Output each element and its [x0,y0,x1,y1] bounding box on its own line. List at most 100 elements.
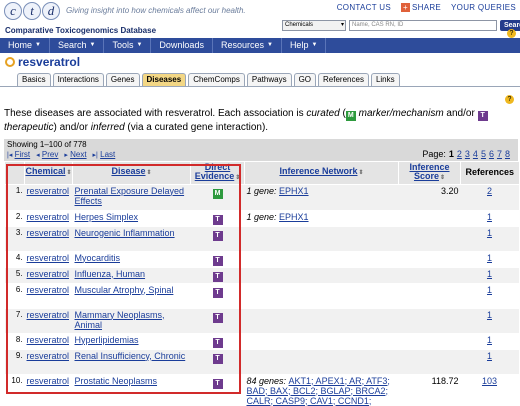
therapeutic-badge-icon: T [212,378,223,389]
nav-help[interactable]: Help ▼ [282,38,327,53]
table-cell: M [190,183,245,210]
table-cell [398,250,461,267]
tab-pathways[interactable]: Pathways [246,73,292,86]
nav-search[interactable]: Search ▼ [50,38,105,53]
references-link[interactable]: 2 [487,186,492,196]
chemical-link[interactable]: resveratrol [27,376,70,386]
chemical-link[interactable]: resveratrol [27,335,70,345]
references-link[interactable]: 1 [487,228,492,238]
page-number-link[interactable]: 7 [497,149,502,159]
last-page-link[interactable]: ▸| Last [93,150,116,159]
references-link[interactable]: 1 [487,269,492,279]
table-cell: Renal Insufficiency, Chronic [72,348,191,374]
disease-link[interactable]: Influenza, Human [75,269,146,279]
references-link[interactable]: 103 [482,376,497,386]
table-row: 1. resveratrol Prenatal Exposure Delayed E… [4,183,519,210]
page-number-link[interactable]: 8 [505,149,510,159]
contact-us-link[interactable]: CONTACT US [337,3,391,12]
table-cell: T [190,266,245,283]
chemical-link[interactable]: resveratrol [27,310,70,320]
col-disease-label: Disease [111,166,146,177]
help-icon[interactable]: ? [505,95,514,104]
disease-link[interactable]: Mammary Neoplasms, Animal [75,310,165,330]
chevron-down-icon: ▼ [35,42,41,48]
disease-link[interactable]: Neurogenic Inflammation [75,228,175,238]
chemical-link[interactable]: resveratrol [27,212,70,222]
tab-genes[interactable]: Genes [105,73,140,86]
nav-home[interactable]: Home ▼ [0,38,50,53]
your-queries-link[interactable]: YOUR QUERIES [451,3,516,12]
gene-links[interactable]: EPHX1 [279,212,309,222]
chemical-link[interactable]: resveratrol [27,351,70,361]
table-cell: 4. [4,250,25,267]
disease-link[interactable]: Myocarditis [75,253,121,263]
col-header-score[interactable]: Inference Score⇕ [398,162,461,184]
table-row: 10. resveratrol Prostatic Neoplasms T 84 gen… [4,373,519,406]
references-link[interactable]: 1 [487,335,492,345]
nav-resources[interactable]: Resources ▼ [213,38,282,53]
search-input[interactable]: Name, CAS RN, ID [349,20,497,31]
search-category-select[interactable]: Chemicals ▾ [282,20,346,31]
col-header-chemical[interactable]: Chemical⇕ [24,162,73,184]
tab-references[interactable]: References [318,73,369,86]
page-number-link[interactable]: 4 [473,149,478,159]
table-body: 1. resveratrol Prenatal Exposure Delayed E… [4,183,519,406]
disease-link[interactable]: Herpes Simplex [75,212,139,222]
table-cell: 5. [4,266,25,283]
page-number-link[interactable]: 5 [481,149,486,159]
share-label: SHARE [411,3,442,12]
references-link[interactable]: 1 [487,285,492,295]
references-link[interactable]: 1 [487,253,492,263]
table-cell: Prostatic Neoplasms [72,373,191,406]
chemical-link[interactable]: resveratrol [27,253,70,263]
nav-tools[interactable]: Tools ▼ [104,38,152,53]
tab-go[interactable]: GO [293,73,317,86]
tab-links[interactable]: Links [370,73,400,86]
table-cell [398,282,461,308]
therapeutic-badge-icon: T [212,255,223,266]
tab-chemcomps[interactable]: ChemComps [188,73,245,86]
ctd-logo[interactable]: c t d [4,2,60,20]
disease-link[interactable]: Prostatic Neoplasms [75,376,158,386]
disease-link[interactable]: Muscular Atrophy, Spinal [75,285,174,295]
references-link[interactable]: 1 [487,351,492,361]
col-network-label: Inference Network [279,166,358,177]
col-header-disease[interactable]: Disease⇕ [72,162,191,184]
page-number-link[interactable]: 2 [457,149,462,159]
table-cell [398,266,461,283]
chemical-link[interactable]: resveratrol [27,269,70,279]
tab-diseases[interactable]: Diseases [141,73,187,86]
table-cell: 2 [460,183,519,210]
col-header-evidence[interactable]: Direct Evidence⇕ [190,162,245,184]
disease-link[interactable]: Hyperlipidemias [75,335,139,345]
disease-link[interactable]: Prenatal Exposure Delayed Effects [75,186,185,206]
site-header: c t d Giving insight into how chemicals … [0,0,520,40]
share-link[interactable]: + SHARE [400,3,442,12]
page-number-link[interactable]: 6 [489,149,494,159]
first-page-link[interactable]: |◂ First [7,150,30,159]
nav-downloads[interactable]: Downloads [151,38,213,53]
nav-downloads-label: Downloads [159,40,204,50]
help-icon[interactable]: ? [507,29,516,38]
page-number-link[interactable]: 3 [465,149,470,159]
chemical-link[interactable]: resveratrol [27,285,70,295]
table-cell: resveratrol [24,225,73,251]
chemical-link[interactable]: resveratrol [27,228,70,238]
gene-links[interactable]: EPHX1 [279,186,309,196]
table-row: 4. resveratrol Myocarditis T 1 [4,250,519,267]
disease-link[interactable]: Renal Insufficiency, Chronic [75,351,186,361]
prev-page-link[interactable]: ◂ Prev [36,150,58,159]
chemical-link[interactable]: resveratrol [27,186,70,196]
table-cell [398,332,461,349]
col-header-references[interactable]: References [460,162,519,184]
tab-interactions[interactable]: Interactions [52,73,104,86]
search-bar: Chemicals▾ Name, CAS RN, ID Search [282,20,520,31]
tab-basics[interactable]: Basics [17,73,51,86]
references-link[interactable]: 1 [487,310,492,320]
next-page-link[interactable]: ▸ Next [64,150,86,159]
table-cell: Herpes Simplex [72,209,191,226]
therapeutic-badge-icon: T [212,230,223,241]
table-row: 2. resveratrol Herpes Simplex T 1 gene: EPHX… [4,209,519,226]
references-link[interactable]: 1 [487,212,492,222]
col-header-network[interactable]: Inference Network⇕ [244,162,399,184]
